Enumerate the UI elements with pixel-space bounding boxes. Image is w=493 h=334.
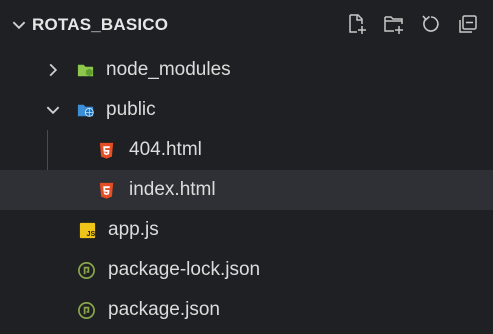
tree-item-app-js[interactable]: JS app.js <box>0 210 493 250</box>
refresh-icon <box>422 15 439 32</box>
tree-item-package-json[interactable]: package.json <box>0 290 493 330</box>
tree-item-label: app.js <box>108 219 159 240</box>
project-title: ROTAS_BASICO <box>32 15 169 34</box>
chevron-down-icon <box>46 106 60 115</box>
tree-item-public[interactable]: public <box>0 90 493 130</box>
file-tree: node_modules public 404.html index.html … <box>0 50 493 330</box>
tree-item-label: 404.html <box>129 139 202 160</box>
chevron-right-icon <box>49 63 58 77</box>
tree-item-label: package-lock.json <box>108 259 261 280</box>
new-file-button[interactable] <box>346 13 368 35</box>
tree-item-package-lock-json[interactable]: package-lock.json <box>0 250 493 290</box>
new-file-icon <box>349 14 366 34</box>
collapse-all-button[interactable] <box>457 13 479 35</box>
tree-item-label: index.html <box>129 179 216 200</box>
npm-json-icon <box>78 262 95 279</box>
explorer-actions <box>346 13 479 35</box>
public-folder-icon <box>77 104 94 117</box>
explorer-header[interactable]: ROTAS_BASICO <box>0 0 493 50</box>
npm-json-icon <box>78 302 95 319</box>
html-icon <box>99 142 114 159</box>
chevron-down-icon[interactable] <box>10 16 28 34</box>
tree-item-label: package.json <box>108 299 220 320</box>
collapse-all-icon <box>459 15 477 33</box>
refresh-button[interactable] <box>420 13 442 35</box>
tree-item-label: public <box>106 99 156 120</box>
new-folder-icon <box>384 16 403 34</box>
tree-item-404-html[interactable]: 404.html <box>0 130 493 170</box>
file-explorer: ROTAS_BASICO node_modules public 404.htm… <box>0 0 493 334</box>
svg-text:JS: JS <box>87 230 96 238</box>
node-folder-icon <box>77 64 94 77</box>
html-icon <box>99 182 114 199</box>
tree-item-node-modules[interactable]: node_modules <box>0 50 493 90</box>
js-icon: JS <box>79 222 96 238</box>
new-folder-button[interactable] <box>383 13 405 35</box>
tree-item-label: node_modules <box>106 59 231 80</box>
tree-item-index-html[interactable]: index.html <box>0 170 493 210</box>
